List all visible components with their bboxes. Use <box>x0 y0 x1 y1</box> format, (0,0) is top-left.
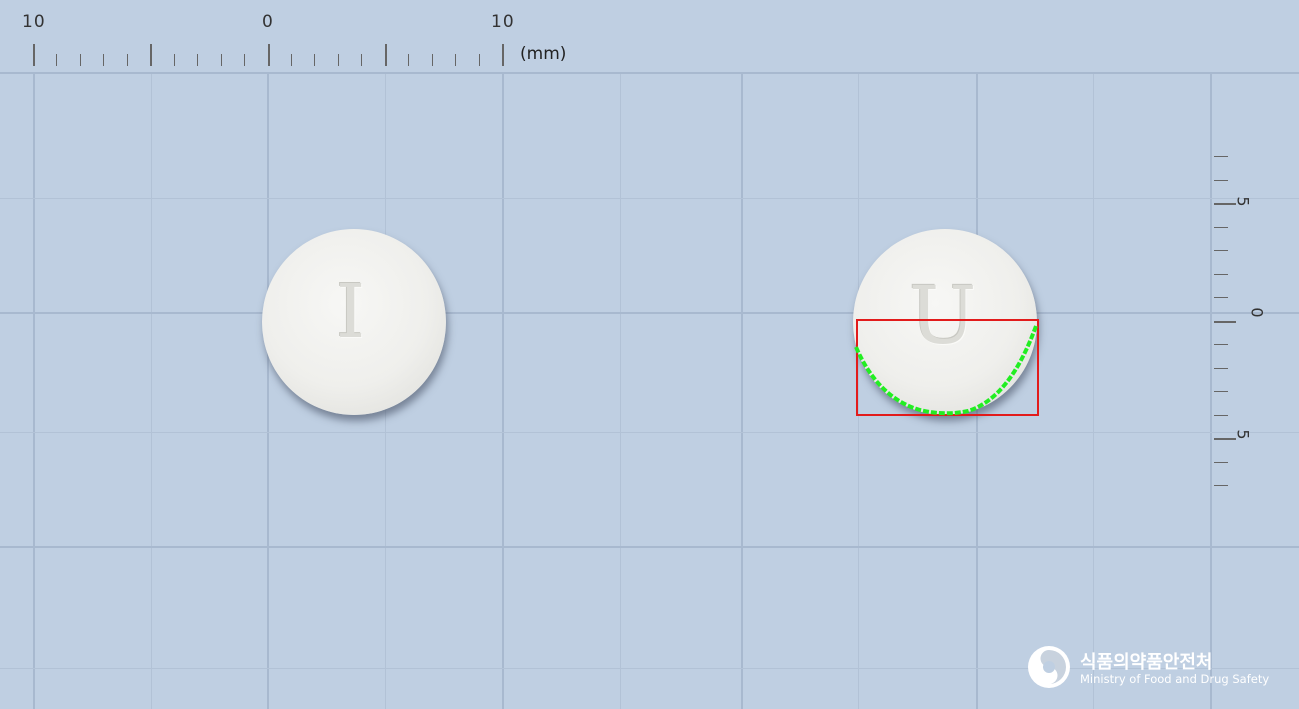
mfds-emblem-icon <box>1028 646 1070 688</box>
detection-contour <box>854 325 1038 416</box>
contour-line <box>854 325 1038 416</box>
logo-english-text: Ministry of Food and Drug Safety <box>1080 672 1270 686</box>
logo-korean-text: 식품의약품안전처 <box>1080 652 1213 673</box>
